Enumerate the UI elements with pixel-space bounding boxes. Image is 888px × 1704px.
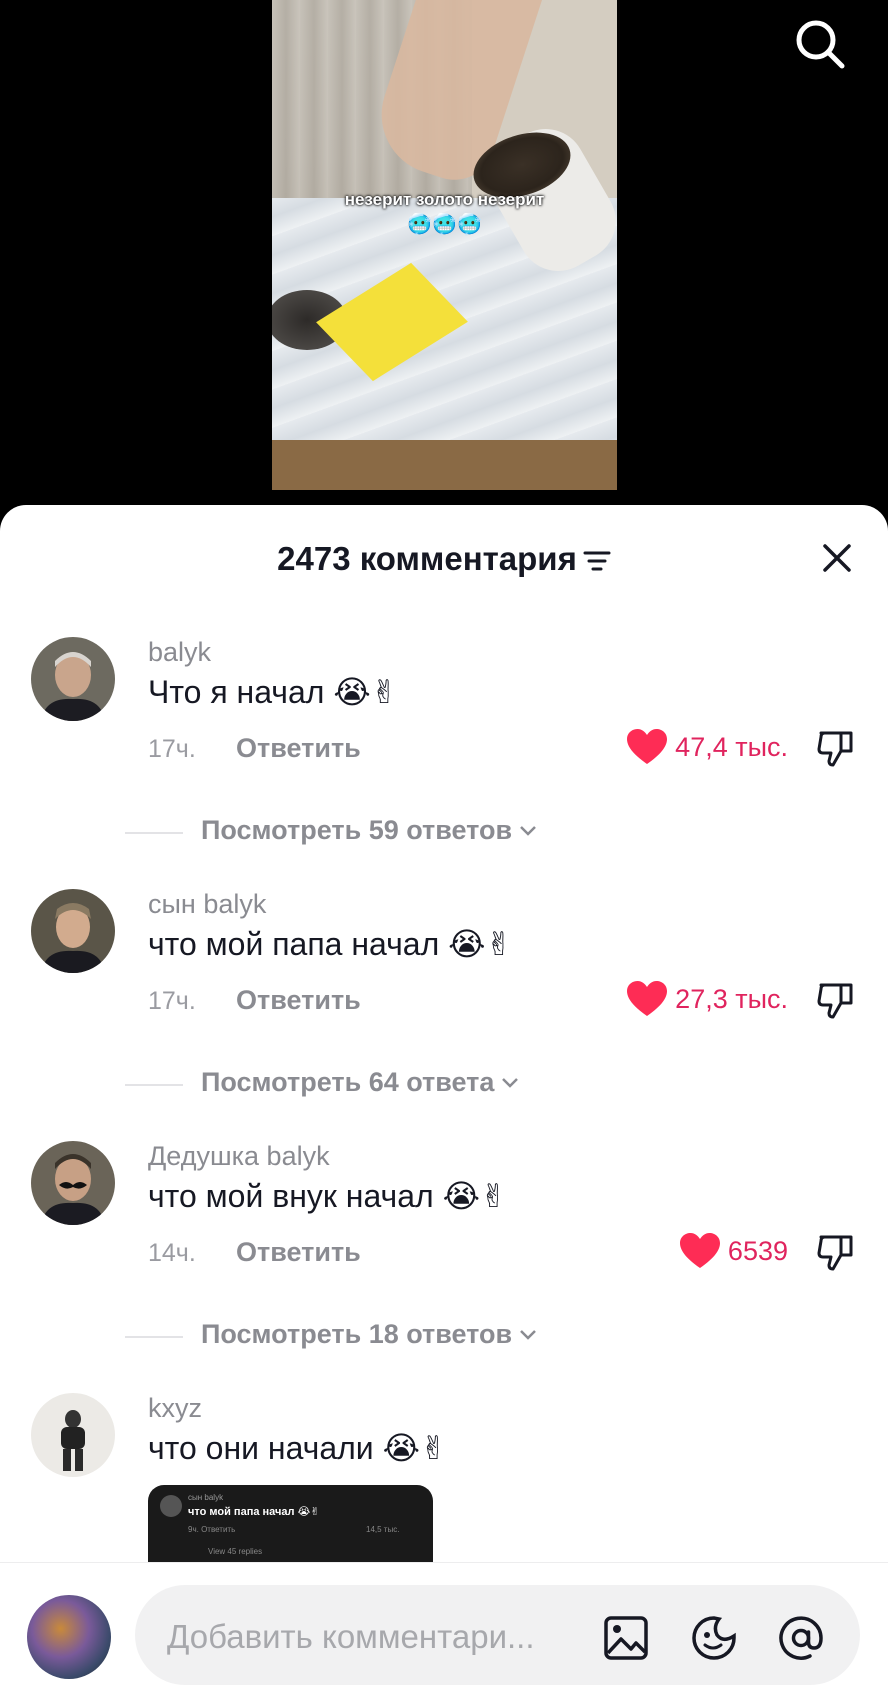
view-replies-label: Посмотреть 18 ответов [201, 1319, 513, 1349]
attachment-count: 14,5 тыс. [366, 1525, 400, 1534]
comment-image-attachment[interactable]: сын balyk что мой папа начал 😭✌ 9ч. Отве… [148, 1485, 433, 1563]
heart-icon [627, 981, 668, 1016]
avatar[interactable] [31, 1393, 115, 1477]
comment-text: что они начали 😭✌ [148, 1430, 447, 1466]
comment-item[interactable]: сын balyk что мой папа начал 😭✌ 17ч. Отв… [0, 889, 888, 1139]
comment-input-placeholder: Добавить комментари... [167, 1618, 535, 1655]
emoji-sticker-icon[interactable] [691, 1615, 737, 1661]
comment-input[interactable]: Добавить комментари... [135, 1585, 860, 1685]
replies-divider [125, 832, 183, 834]
attachment-text: что мой папа начал 😭✌ [188, 1506, 320, 1518]
comments-count-label: 2473 комментария [277, 540, 577, 577]
comments-count-title[interactable]: 2473 комментария [0, 540, 888, 578]
my-avatar [27, 1595, 111, 1679]
comment-item[interactable]: balyk Что я начал 😭✌ 17ч. Ответить 47,4 … [0, 637, 888, 887]
reply-button[interactable]: Ответить [236, 1237, 361, 1268]
comment-text: что мой внук начал 😭✌ [148, 1178, 507, 1214]
search-icon[interactable] [790, 14, 850, 74]
avatar[interactable] [31, 637, 115, 721]
dislike-icon[interactable] [815, 1231, 857, 1273]
attachment-view-replies: View 45 replies [208, 1547, 263, 1556]
chevron-down-icon [502, 1077, 519, 1088]
like-count: 27,3 тыс. [675, 983, 788, 1014]
close-icon[interactable] [817, 538, 857, 578]
view-replies-label: Посмотреть 59 ответов [201, 815, 513, 845]
comment-item[interactable]: kxyz что они начали 😭✌ [0, 1393, 888, 1563]
video-player[interactable]: незерит золото незерит 🥶🥶🥶 [0, 0, 888, 520]
video-caption-emoji: 🥶🥶🥶 [407, 214, 482, 236]
chevron-down-icon [520, 1329, 537, 1340]
heart-icon [627, 729, 668, 764]
heart-icon [679, 1233, 720, 1268]
like-count: 6539 [727, 1235, 788, 1266]
video-caption: незерит золото незерит [344, 190, 545, 209]
reply-button[interactable]: Ответить [236, 733, 361, 764]
avatar[interactable] [31, 1141, 115, 1225]
like-button[interactable]: 27,3 тыс. [627, 981, 788, 1017]
comment-username[interactable]: сын balyk [148, 889, 266, 920]
dislike-icon[interactable] [815, 727, 857, 769]
comment-text: что мой папа начал 😭✌ [148, 926, 513, 962]
dislike-icon[interactable] [815, 979, 857, 1021]
view-replies-button[interactable]: Посмотреть 59 ответов [0, 815, 888, 851]
like-count: 47,4 тыс. [675, 731, 788, 762]
sort-filter-icon[interactable] [583, 550, 611, 572]
like-button[interactable]: 47,4 тыс. [627, 729, 788, 765]
comment-time: 17ч. [148, 735, 196, 763]
like-button[interactable]: 6539 [679, 1233, 788, 1269]
view-replies-button[interactable]: Посмотреть 18 ответов [0, 1319, 888, 1355]
reply-button[interactable]: Ответить [236, 985, 361, 1016]
comment-composer: Добавить комментари... [0, 1562, 888, 1704]
replies-divider [125, 1084, 183, 1086]
attachment-meta: 9ч. Ответить [188, 1525, 236, 1534]
chevron-down-icon [520, 825, 537, 836]
comment-time: 17ч. [148, 987, 196, 1015]
floor [272, 440, 617, 490]
view-replies-button[interactable]: Посмотреть 64 ответа [0, 1067, 888, 1103]
comment-username[interactable]: Дедушка balyk [148, 1141, 330, 1172]
attachment-avatar [160, 1495, 182, 1517]
comment-username[interactable]: balyk [148, 637, 211, 668]
attachment-username: сын balyk [188, 1493, 224, 1502]
avatar[interactable] [31, 889, 115, 973]
comment-username[interactable]: kxyz [148, 1393, 202, 1424]
view-replies-label: Посмотреть 64 ответа [201, 1067, 495, 1097]
image-icon[interactable] [603, 1615, 649, 1661]
video-frame[interactable]: незерит золото незерит 🥶🥶🥶 [272, 0, 617, 490]
mention-icon[interactable] [778, 1615, 824, 1661]
comment-text: Что я начал 😭✌ [148, 674, 398, 710]
comments-header: 2473 комментария [0, 530, 888, 586]
replies-divider [125, 1336, 183, 1338]
comment-item[interactable]: Дедушка balyk что мой внук начал 😭✌ 14ч.… [0, 1141, 888, 1391]
comment-time: 14ч. [148, 1239, 196, 1267]
